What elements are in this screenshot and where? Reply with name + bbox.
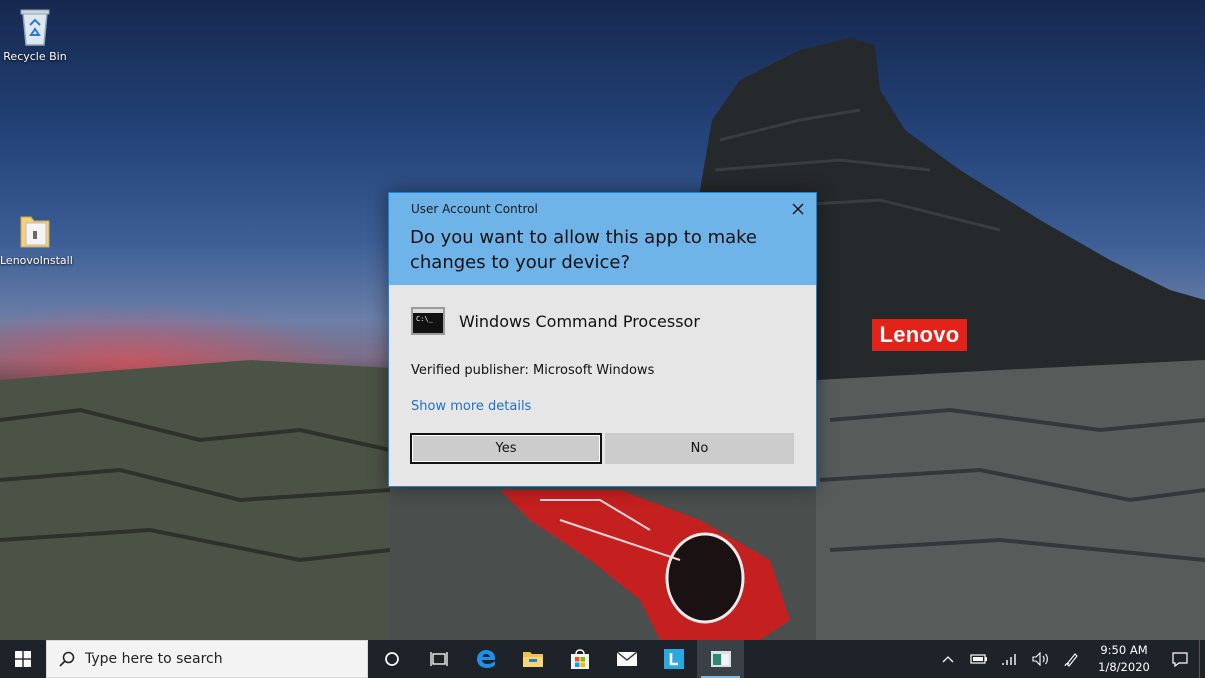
volume-button[interactable] <box>1025 640 1056 678</box>
taskbar-mail[interactable] <box>603 640 650 678</box>
battery-button[interactable] <box>963 640 994 678</box>
windows-logo-icon <box>15 651 31 667</box>
search-icon <box>59 651 75 667</box>
lenovo-logo: Lenovo <box>872 319 967 351</box>
store-icon <box>570 649 589 669</box>
notification-icon <box>1172 652 1188 667</box>
pen-icon <box>1063 653 1078 667</box>
battery-icon <box>969 654 987 664</box>
pen-workspace-button[interactable] <box>1056 640 1087 678</box>
uac-question: Do you want to allow this app to make ch… <box>410 227 757 273</box>
desktop-icon-recycle-bin[interactable]: Recycle Bin <box>0 5 70 63</box>
clock-time: 9:50 AM <box>1100 643 1148 657</box>
taskbar-file-explorer[interactable] <box>509 640 556 678</box>
verified-publisher: Verified publisher: Microsoft Windows <box>411 363 655 378</box>
search-placeholder: Type here to search <box>85 651 223 667</box>
mail-icon <box>616 651 637 666</box>
system-tray: 9:50 AM 1/8/2020 <box>932 640 1205 678</box>
uac-title: User Account Control <box>411 202 538 216</box>
close-button[interactable] <box>786 197 810 221</box>
start-button[interactable] <box>0 640 46 678</box>
action-center-button[interactable] <box>1161 640 1199 678</box>
close-icon <box>792 203 804 215</box>
lenovoinstall-label: LenovoInstall <box>0 254 73 267</box>
uac-dialog: User Account Control Do you want to allo… <box>388 192 817 487</box>
command-prompt-icon: C:\_ <box>411 307 445 335</box>
taskbar-command-prompt[interactable] <box>697 640 744 678</box>
taskbar-lenovo-vantage[interactable] <box>650 640 697 678</box>
volume-icon <box>1031 652 1048 666</box>
show-more-details-link[interactable]: Show more details <box>411 399 531 414</box>
cortana-icon <box>384 652 399 666</box>
taskbar-edge[interactable] <box>462 640 509 678</box>
edge-icon <box>476 650 495 668</box>
taskbar-store[interactable] <box>556 640 603 678</box>
show-desktop-button[interactable] <box>1199 640 1205 678</box>
taskbar: Type here to search 9:50 AM 1/8/2020 <box>0 640 1205 678</box>
chevron-up-icon <box>942 656 953 663</box>
task-view-button[interactable] <box>415 640 462 678</box>
show-hidden-icons-button[interactable] <box>932 640 963 678</box>
yes-button[interactable]: Yes <box>410 433 602 464</box>
app-info-row: C:\_ Windows Command Processor <box>411 307 700 335</box>
no-button[interactable]: No <box>605 433 794 464</box>
desktop-icon-lenovoinstall[interactable]: LenovoInstall <box>0 209 73 267</box>
task-view-icon <box>429 652 448 666</box>
cortana-button[interactable] <box>368 640 415 678</box>
lenovo-vantage-icon <box>663 649 684 669</box>
folder-icon <box>17 209 53 251</box>
file-explorer-icon <box>522 652 543 667</box>
command-prompt-icon <box>710 651 731 667</box>
uac-header: User Account Control Do you want to allo… <box>389 193 816 285</box>
recycle-bin-label: Recycle Bin <box>3 50 67 63</box>
recycle-bin-icon <box>17 5 53 47</box>
app-name: Windows Command Processor <box>459 311 700 331</box>
taskbar-search-box[interactable]: Type here to search <box>46 640 368 678</box>
clock[interactable]: 9:50 AM 1/8/2020 <box>1093 642 1155 676</box>
clock-date: 1/8/2020 <box>1098 660 1150 674</box>
wifi-icon <box>1001 654 1016 665</box>
network-button[interactable] <box>994 640 1025 678</box>
